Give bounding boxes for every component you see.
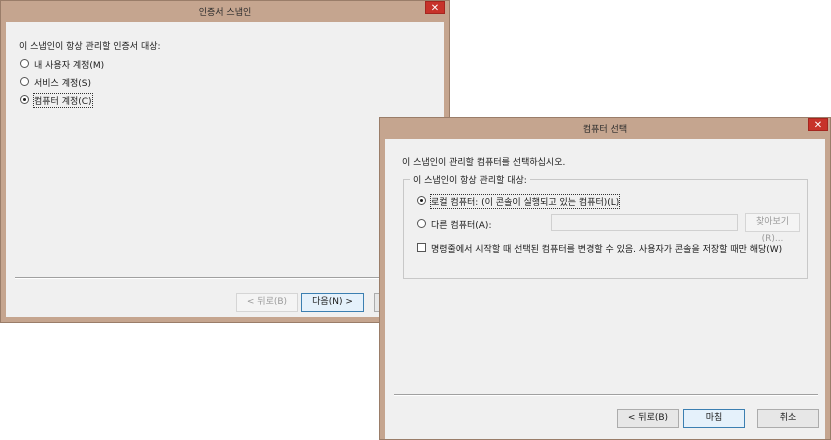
back-button[interactable]: < 뒤로(B)	[236, 293, 298, 312]
groupbox-title: 이 스냅인이 항상 관리할 대상:	[410, 173, 530, 186]
window-title: 인증서 스냅인	[198, 8, 252, 18]
radio-computer-account-label[interactable]: 컴퓨터 계정(C)	[33, 93, 93, 108]
target-groupbox: 이 스냅인이 항상 관리할 대상: 로컬 컴퓨터: (이 콘솔이 실행되고 있는…	[403, 173, 808, 279]
title-bar[interactable]: 컴퓨터 선택 ✕	[380, 118, 830, 139]
select-computer-window: 컴퓨터 선택 ✕ 이 스냅인이 관리할 컴퓨터를 선택하십시오. 이 스냅인이 …	[379, 117, 831, 440]
cancel-button[interactable]: 취소	[757, 409, 819, 428]
close-button[interactable]: ✕	[808, 118, 828, 131]
window-title: 컴퓨터 선택	[582, 125, 628, 135]
browse-button[interactable]: 찾아보기(R)...	[745, 213, 800, 244]
dialog-body: 이 스냅인이 관리할 컴퓨터를 선택하십시오. 이 스냅인이 항상 관리할 대상…	[385, 139, 825, 439]
allow-change-checkbox[interactable]	[417, 243, 426, 252]
other-computer-input[interactable]	[551, 214, 738, 231]
radio-my-user-account-label[interactable]: 내 사용자 계정(M)	[34, 58, 104, 71]
allow-change-checkbox-label[interactable]: 명령줄에서 시작할 때 선택된 컴퓨터를 변경할 수 있음. 사용자가 콘솔을 …	[431, 242, 782, 255]
radio-local-computer-label[interactable]: 로컬 컴퓨터: (이 콘솔이 실행되고 있는 컴퓨터)(L)	[429, 194, 621, 209]
separator	[394, 394, 818, 396]
next-button[interactable]: 다음(N) >	[301, 293, 364, 312]
radio-service-account[interactable]	[20, 77, 29, 86]
close-button[interactable]: ✕	[425, 1, 445, 14]
radio-other-computer-label[interactable]: 다른 컴퓨터(A):	[431, 218, 491, 231]
back-button[interactable]: < 뒤로(B)	[617, 409, 679, 428]
radio-other-computer[interactable]	[417, 219, 426, 228]
radio-my-user-account[interactable]	[20, 59, 29, 68]
title-bar[interactable]: 인증서 스냅인 ✕	[1, 1, 449, 22]
radio-service-account-label[interactable]: 서비스 계정(S)	[34, 76, 91, 89]
target-prompt: 이 스냅인이 항상 관리할 인증서 대상:	[19, 42, 161, 52]
select-prompt: 이 스냅인이 관리할 컴퓨터를 선택하십시오.	[402, 158, 566, 168]
radio-computer-account[interactable]	[20, 95, 29, 104]
finish-button[interactable]: 마침	[683, 409, 745, 428]
radio-local-computer[interactable]	[417, 196, 426, 205]
